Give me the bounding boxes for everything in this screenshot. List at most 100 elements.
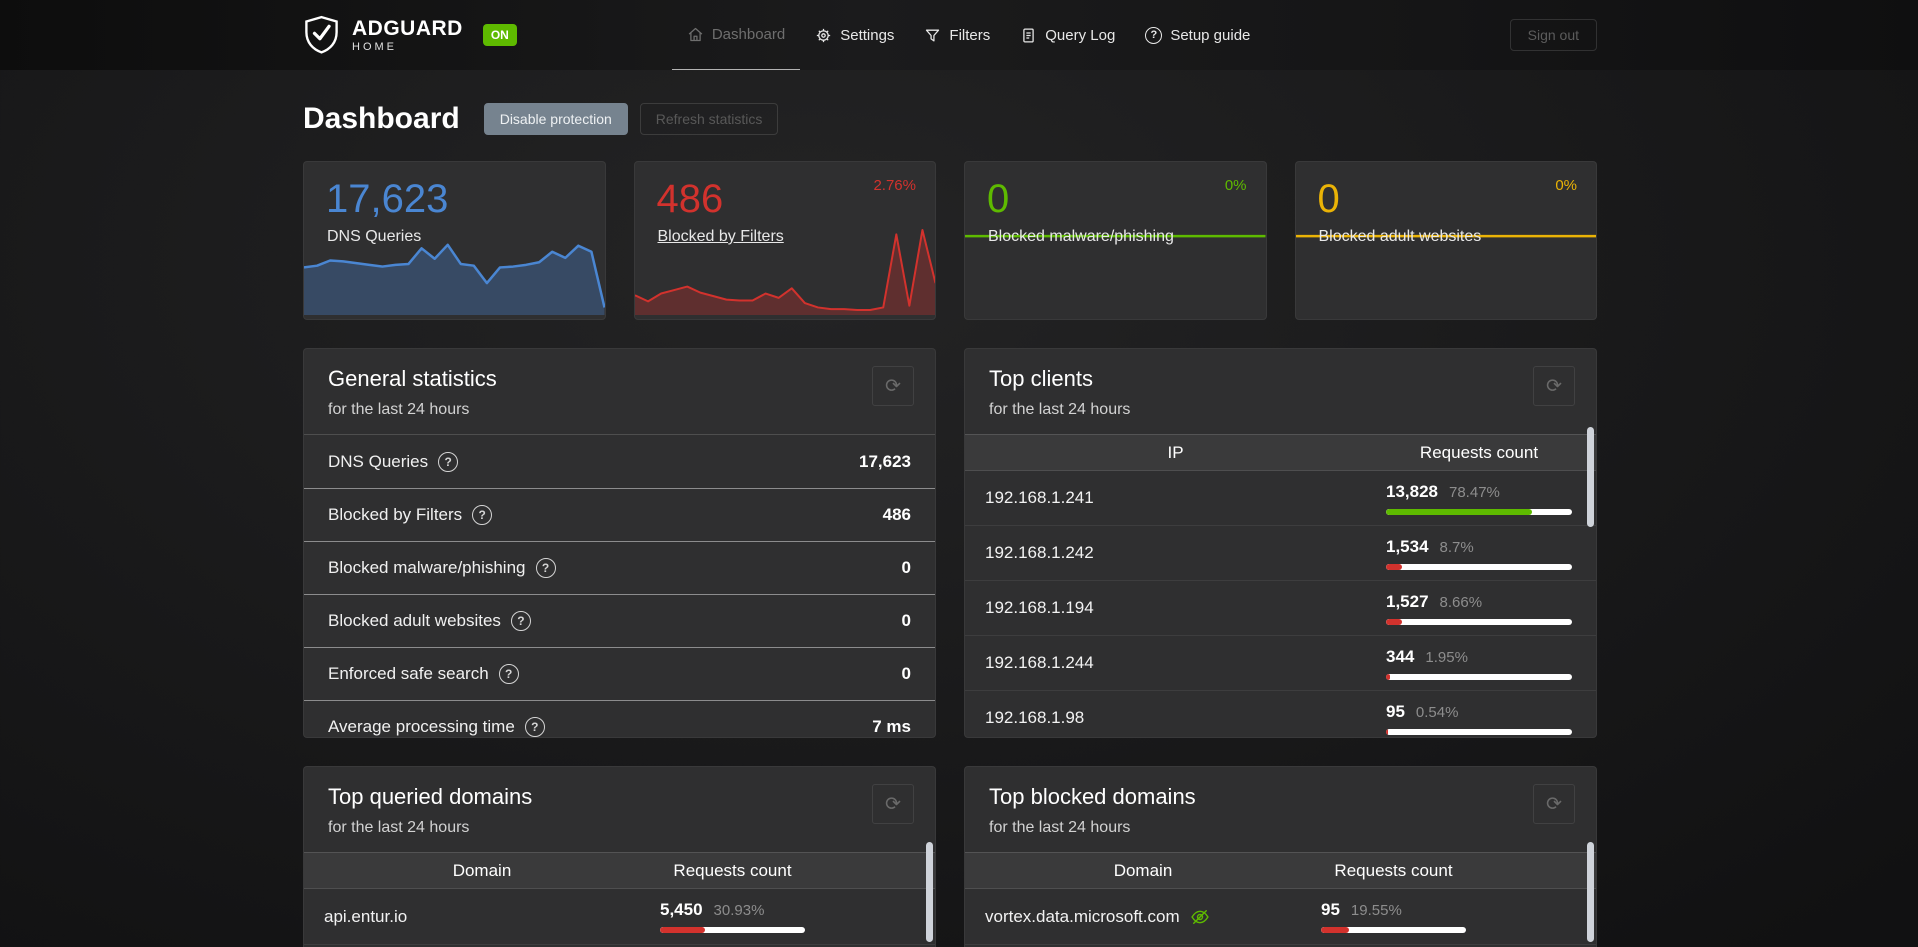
blocked-malware-value: 0: [987, 177, 1010, 221]
help-icon[interactable]: ?: [438, 451, 459, 472]
logo[interactable]: ADGUARD HOME ON: [303, 0, 517, 70]
client-ip: 192.168.1.98: [985, 708, 1085, 727]
row-label-wrap: Blocked malware/phishing?: [328, 558, 556, 578]
dns-queries-value: 17,623: [326, 177, 449, 221]
nav-filters[interactable]: Filters: [909, 0, 1005, 70]
panel-subtitle: for the last 24 hours: [328, 401, 470, 418]
count-percent: 30.93%: [713, 902, 765, 919]
main-nav: Dashboard Settings Filters Query Log ? S…: [671, 0, 1266, 70]
count-percent: 1.95%: [1425, 648, 1468, 666]
client-count-cell: 1,527 8.66%: [1386, 592, 1572, 625]
count-percent: 8.66%: [1439, 593, 1483, 611]
row-label-wrap: Average processing time?: [328, 717, 545, 737]
card-blocked-malware: 0 Blocked malware/phishing 0%: [964, 161, 1267, 320]
scrollbar-thumb[interactable]: [926, 842, 933, 942]
refresh-statistics-button[interactable]: Refresh statistics: [639, 103, 779, 135]
table-row[interactable]: 192.168.1.242 1,534 8.7%: [965, 526, 1596, 581]
brand-sub: HOME: [352, 40, 397, 53]
count-percent: 19.55%: [1350, 902, 1402, 919]
panel-title: Top blocked domains: [989, 784, 1196, 809]
top-nav: ADGUARD HOME ON Dashboard Settings Filte…: [0, 0, 1918, 70]
row-value: 0: [901, 558, 911, 577]
panel-head: General statistics for the last 24 hours: [304, 349, 935, 434]
panel-head: Top queried domains for the last 24 hour…: [304, 767, 935, 852]
refresh-button[interactable]: ⟳: [872, 784, 914, 824]
progress-bar: [1386, 673, 1572, 680]
table-header: IP Requests count: [965, 434, 1596, 471]
progress-bar: [1321, 927, 1466, 933]
sign-out-button[interactable]: Sign out: [1509, 19, 1597, 51]
top-queried-domains-panel: Top queried domains for the last 24 hour…: [303, 766, 936, 947]
progress-bar: [660, 927, 805, 933]
blocked-adult-label: Blocked adult websites: [1318, 228, 1482, 245]
client-count-cell: 13,828 78.47%: [1386, 482, 1572, 515]
row-value: 486: [882, 505, 911, 524]
panels-row-2: Top queried domains for the last 24 hour…: [303, 766, 1597, 947]
nav-label: Filters: [949, 26, 991, 44]
nav-label: Settings: [840, 26, 895, 44]
row-label: Blocked adult websites: [328, 611, 501, 630]
nav-setup-guide[interactable]: ? Setup guide: [1130, 0, 1265, 70]
dashboard-page: Dashboard Disable protection Refresh sta…: [303, 102, 1597, 947]
help-icon[interactable]: ?: [510, 611, 531, 631]
blocked-filters-percent: 2.76%: [873, 177, 916, 194]
scrollbar-thumb[interactable]: [1587, 842, 1594, 942]
general-statistics-panel: General statistics for the last 24 hours…: [303, 348, 936, 738]
table-row[interactable]: vortex.data.microsoft.com 95 19.55%: [965, 889, 1596, 945]
table-row[interactable]: 192.168.1.241 13,828 78.47%: [965, 471, 1596, 526]
eye-off-icon[interactable]: [1190, 907, 1210, 927]
blocked-adult-percent: 0%: [1555, 177, 1577, 194]
table-row[interactable]: 192.168.1.244 344 1.95%: [965, 636, 1596, 691]
refresh-button[interactable]: ⟳: [1533, 366, 1575, 406]
row-label-wrap: Blocked by Filters?: [328, 505, 493, 525]
disable-protection-button[interactable]: Disable protection: [483, 103, 628, 135]
help-icon[interactable]: ?: [535, 558, 556, 578]
progress-bar: [1386, 563, 1572, 570]
nav-label: Dashboard: [711, 26, 786, 43]
nav-dashboard[interactable]: Dashboard: [671, 0, 801, 70]
protection-status-badge: ON: [482, 24, 517, 46]
count-value: 13,828: [1386, 481, 1438, 501]
page-title: Dashboard: [303, 102, 460, 135]
nav-label: Query Log: [1045, 26, 1116, 44]
refresh-button[interactable]: ⟳: [1533, 784, 1575, 824]
row-label: Blocked by Filters: [328, 505, 463, 524]
row-value: 7 ms: [872, 717, 911, 736]
help-icon[interactable]: ?: [472, 505, 493, 525]
scrollbar-thumb[interactable]: [1587, 427, 1594, 527]
top-clients-panel: Top clients for the last 24 hours ⟳ IP R…: [964, 348, 1597, 738]
column-header-ip: IP: [1167, 442, 1184, 462]
funnel-icon: [924, 27, 941, 44]
table-row[interactable]: api.entur.io 5,450 30.93%: [304, 889, 935, 945]
client-ip: 192.168.1.244: [985, 653, 1094, 672]
row-label-wrap: Enforced safe search?: [328, 664, 519, 684]
row-label-wrap: Blocked adult websites?: [328, 611, 531, 631]
row-label: DNS Queries: [328, 451, 429, 471]
help-icon[interactable]: ?: [524, 717, 545, 737]
nav-settings[interactable]: Settings: [800, 0, 909, 70]
help-icon[interactable]: ?: [498, 664, 519, 684]
count-value: 5,450: [660, 900, 703, 919]
count-value: 95: [1321, 900, 1340, 919]
column-header-domain: Domain: [452, 860, 512, 880]
table-row[interactable]: 192.168.1.194 1,527 8.66%: [965, 581, 1596, 636]
table-row: Blocked malware/phishing? 0: [304, 541, 935, 594]
column-header-count: Requests count: [1419, 442, 1539, 462]
blocked-filters-link[interactable]: Blocked by Filters: [635, 222, 936, 246]
blocked-malware-percent: 0%: [1224, 177, 1247, 194]
column-header-count: Requests count: [1334, 860, 1453, 880]
client-count-cell: 95 0.54%: [1386, 702, 1572, 735]
client-ip: 192.168.1.242: [985, 543, 1094, 562]
gear-icon: [815, 27, 832, 44]
row-value: 0: [901, 611, 911, 630]
refresh-button[interactable]: ⟳: [872, 366, 914, 406]
panel-title: General statistics: [328, 366, 497, 391]
home-icon: [687, 26, 704, 43]
table-row: Average processing time? 7 ms: [304, 700, 935, 737]
panel-subtitle: for the last 24 hours: [989, 819, 1131, 836]
adguard-shield-icon: [303, 15, 340, 56]
table-row[interactable]: 192.168.1.98 95 0.54%: [965, 691, 1596, 737]
count-percent: 8.7%: [1439, 538, 1474, 556]
client-count-cell: 344 1.95%: [1386, 647, 1572, 680]
nav-query-log[interactable]: Query Log: [1005, 0, 1130, 70]
